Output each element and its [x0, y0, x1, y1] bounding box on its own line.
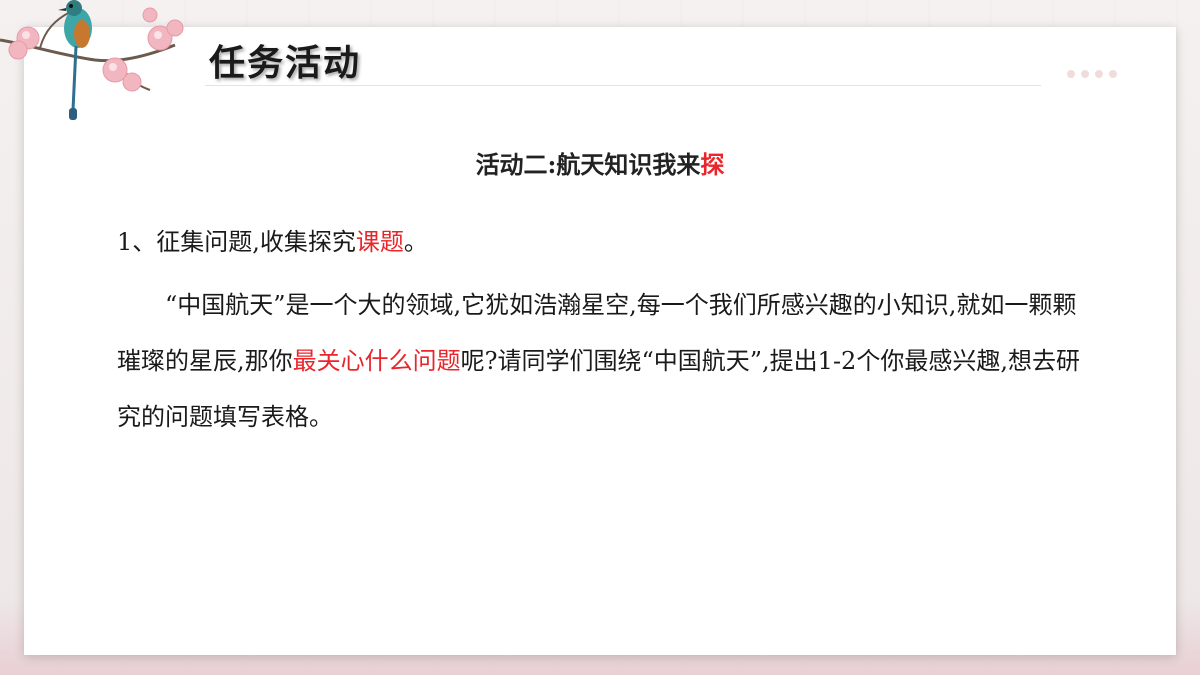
activity-heading-text: 活动二:航天知识我来	[475, 150, 701, 179]
task-item-1-highlight: 课题	[355, 228, 404, 256]
description-highlight: 最关心什么问题	[292, 347, 461, 375]
task-item-1-text: 1、征集问题,收集探究	[117, 228, 356, 256]
dot-icon	[1109, 70, 1117, 78]
page-title: 任务活动	[209, 43, 362, 84]
activity-heading-highlight: 探	[700, 150, 725, 179]
task-item-1: 1、征集问题,收集探究课题。	[117, 222, 428, 257]
dot-icon	[1095, 70, 1103, 78]
pagination-dots-icon	[1067, 70, 1117, 78]
task-item-1-suffix: 。	[403, 228, 428, 256]
dot-icon	[1081, 70, 1089, 78]
dot-icon	[1067, 70, 1075, 78]
bird-on-blossom-branch-icon	[0, 0, 184, 120]
activity-heading: 活动二:航天知识我来探	[0, 145, 1200, 180]
task-description: “中国航天”是一个大的领域,它犹如浩瀚星空,每一个我们所感兴趣的小知识,就如一颗…	[117, 277, 1097, 445]
title-divider	[205, 85, 1041, 86]
